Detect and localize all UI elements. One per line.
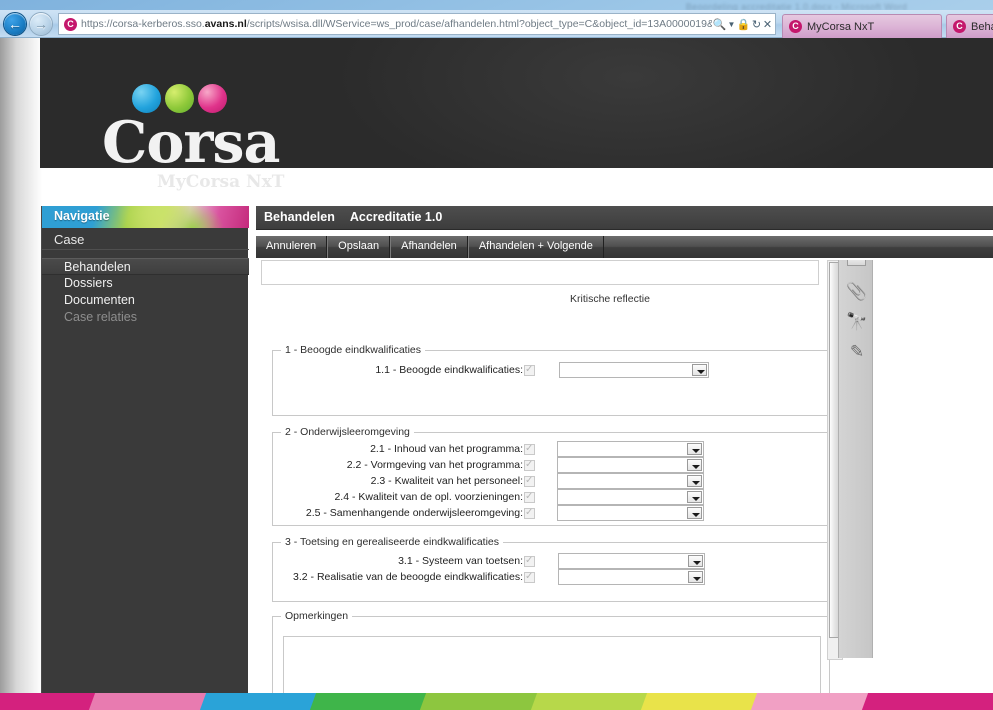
chevron-down-icon[interactable] (687, 507, 702, 519)
readonly-checkbox-2-1 (524, 442, 535, 455)
back-arrow-glyph: ← (8, 16, 22, 32)
dropdown-1-1[interactable] (559, 362, 709, 378)
label-3-2: 3.2 - Realisatie van de beoogde eindkwal… (293, 571, 523, 583)
dropdown-3-2[interactable] (558, 569, 705, 585)
tab-favicon-icon: C (789, 20, 802, 33)
annuleren-button[interactable]: Annuleren (256, 236, 328, 258)
back-arrow-icon[interactable]: ← (4, 13, 26, 35)
chevron-down-icon[interactable] (687, 491, 702, 503)
footer-color-band (0, 693, 993, 710)
readonly-checkbox-2-4 (524, 490, 535, 503)
sidebar-item-behandelen[interactable]: Behandelen (42, 258, 249, 275)
group2-legend: 2 - Onderwijsleeromgeving (285, 426, 410, 438)
navigation-panel-title: Navigatie (54, 209, 110, 223)
dropdown-2-5[interactable] (557, 505, 704, 521)
navigation-sidebar: Navigatie Case Behandelen Dossiers Docum… (41, 206, 249, 693)
address-bar-text: https://corsa-kerberos.sso.avans.nl/scri… (81, 18, 712, 30)
address-bar[interactable]: C https://corsa-kerberos.sso.avans.nl/sc… (58, 13, 776, 35)
label-2-2: 2.2 - Vormgeving van het programma: (346, 459, 523, 471)
url-suffix: /scripts/wsisa.dll/WService=ws_prod/case… (246, 18, 712, 30)
readonly-checkbox-1-1 (524, 363, 535, 376)
site-favicon-icon: C (64, 17, 77, 31)
tool-icon-rail: 📎 🔭 ✎ (838, 260, 873, 658)
browser-tab-mycorsa[interactable]: C MyCorsa NxT (782, 14, 942, 38)
dropdown-2-3[interactable] (557, 473, 704, 489)
group-opmerkingen: Opmerkingen (272, 610, 830, 693)
browser-tab-label: Behan (971, 20, 993, 33)
action-toolbar: Annuleren Opslaan Afhandelen Afhandelen … (256, 236, 993, 258)
signature-pen-icon[interactable]: ✎ (845, 340, 869, 364)
lock-icon[interactable]: 🔒 (736, 18, 751, 31)
attachment-paperclip-icon[interactable]: 📎 (845, 280, 869, 304)
rail-collapse-handle[interactable] (847, 260, 866, 266)
chevron-down-icon[interactable] (692, 364, 707, 376)
form-top-empty-box (261, 260, 819, 285)
page-left-gutter (0, 38, 42, 693)
label-2-5: 2.5 - Samenhangende onderwijsleeromgevin… (305, 507, 523, 519)
browser-tab-behandelen[interactable]: C Behan (946, 14, 993, 38)
sidebar-item-dossiers[interactable]: Dossiers (42, 275, 249, 292)
label-2-3: 2.3 - Kwaliteit van het personeel: (370, 475, 523, 487)
brand-subtitle: MyCorsa NxT (157, 172, 285, 192)
chevron-down-icon[interactable] (688, 571, 703, 583)
opmerkingen-legend: Opmerkingen (285, 610, 349, 622)
afhandelen-volgende-button[interactable]: Afhandelen + Volgende (467, 236, 604, 258)
label-2-1: 2.1 - Inhoud van het programma: (370, 443, 523, 455)
dropdown-2-4[interactable] (557, 489, 704, 505)
forward-arrow-glyph: → (34, 16, 48, 32)
url-domain: avans.nl (204, 18, 247, 30)
chevron-down-icon[interactable] (688, 555, 703, 567)
dropdown-3-1[interactable] (558, 553, 705, 569)
opslaan-button[interactable]: Opslaan (327, 236, 391, 258)
label-2-4: 2.4 - Kwaliteit van de opl. voorzieninge… (334, 491, 523, 503)
tab-favicon-icon: C (953, 20, 966, 33)
forward-arrow-icon[interactable]: → (30, 13, 52, 35)
browser-tab-label: MyCorsa NxT (807, 20, 875, 33)
sidebar-group-case: Case (42, 230, 249, 250)
group-toetsing-eindkwalificaties: 3 - Toetsing en gerealiseerde eindkwalif… (272, 536, 830, 602)
url-prefix: https://corsa-kerberos.sso. (81, 18, 205, 30)
readonly-checkbox-3-2 (524, 570, 535, 583)
label-1-1: 1.1 - Beoogde eindkwalificaties: (375, 364, 523, 376)
form-scroll-region: Kritische reflectie 1 - Beoogde eindkwal… (260, 260, 830, 693)
app-header: Corsa MyCorsa NxT (40, 38, 993, 192)
chevron-down-icon[interactable] (687, 443, 702, 455)
browser-chrome: ← → C https://corsa-kerberos.sso.avans.n… (0, 10, 993, 38)
search-icon[interactable]: 🔍 (712, 18, 727, 31)
readonly-checkbox-2-2 (524, 458, 535, 471)
refresh-icon[interactable]: ↻ (751, 18, 762, 31)
footer-band-segment (861, 693, 993, 710)
afhandelen-button[interactable]: Afhandelen (390, 236, 468, 258)
sidebar-item-documenten[interactable]: Documenten (42, 292, 249, 309)
dropdown-2-1[interactable] (557, 441, 704, 457)
chevron-down-icon[interactable]: ▼ (727, 20, 736, 29)
main-content: Behandelen Accreditatie 1.0 Annuleren Op… (256, 206, 993, 693)
brand-title: Corsa (102, 109, 280, 176)
group1-legend: 1 - Beoogde eindkwalificaties (285, 344, 421, 356)
page-title-secondary: Accreditatie 1.0 (349, 210, 443, 224)
readonly-checkbox-2-5 (524, 506, 535, 519)
close-icon[interactable]: ✕ (762, 18, 773, 31)
page-viewport: Corsa MyCorsa NxT Navigatie Case Behande… (0, 38, 993, 693)
group-onderwijsleeromgeving: 2 - Onderwijsleeromgeving 2.1 - Inhoud v… (272, 426, 830, 526)
page-title-primary: Behandelen (264, 210, 335, 224)
group-beoogde-eindkwalificaties: 1 - Beoogde eindkwalificaties 1.1 - Beoo… (272, 344, 830, 416)
chevron-down-icon[interactable] (687, 459, 702, 471)
page-title: Behandelen Accreditatie 1.0 (256, 206, 993, 230)
group3-legend: 3 - Toetsing en gerealiseerde eindkwalif… (285, 536, 500, 548)
opmerkingen-textarea[interactable] (283, 636, 821, 693)
readonly-checkbox-2-3 (524, 474, 535, 487)
chevron-down-icon[interactable] (687, 475, 702, 487)
dropdown-2-2[interactable] (557, 457, 704, 473)
readonly-checkbox-3-1 (524, 554, 535, 567)
binoculars-search-icon[interactable]: 🔭 (845, 310, 869, 334)
label-3-1: 3.1 - Systeem van toetsen: (398, 555, 523, 567)
form-area: Kritische reflectie 1 - Beoogde eindkwal… (260, 260, 993, 693)
sidebar-item-case-relaties: Case relaties (64, 310, 137, 324)
kritische-reflectie-header: Kritische reflectie (570, 293, 650, 305)
